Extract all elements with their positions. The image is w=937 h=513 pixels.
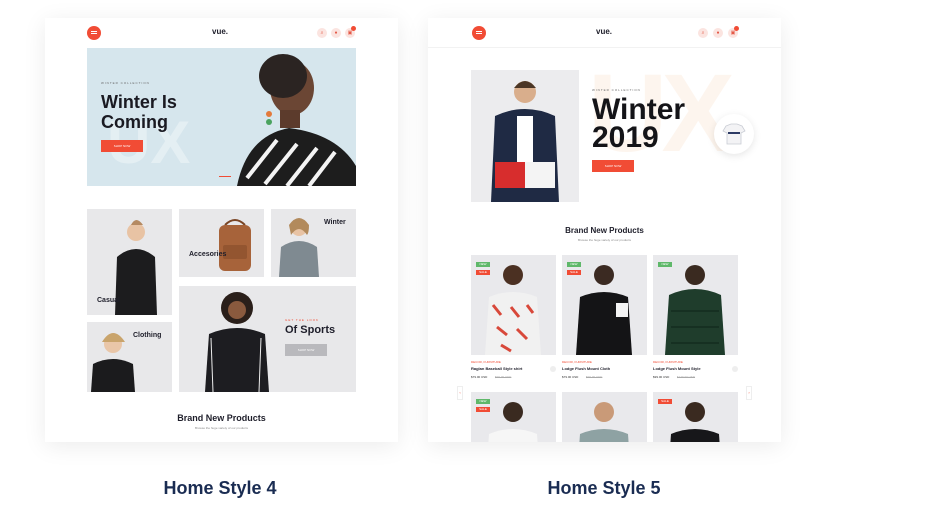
search-icon[interactable]: ⌕ (317, 28, 327, 38)
hero-eyebrow: WINTER COLLECTION (101, 81, 150, 85)
product-name[interactable]: Lodge Flush Mount Style (653, 366, 701, 371)
product-category[interactable]: DECOR, FURNITURE (562, 360, 592, 364)
cart-badge (351, 26, 356, 31)
clothing-model-image (91, 333, 135, 392)
product-price: $99.00 USD (653, 375, 670, 379)
caption-home-style-4[interactable]: Home Style 4 (100, 478, 340, 499)
tshirt-thumbnail[interactable] (714, 114, 754, 154)
new-tag: NEW (567, 262, 581, 267)
sale-tag: SALE (567, 270, 581, 275)
product-price: $79.00 USD (471, 375, 488, 379)
user-icon[interactable]: ● (713, 28, 723, 38)
category-label-casual: Casual (97, 297, 120, 304)
section-subtitle: Browse the huge variety of our products (194, 426, 249, 430)
menu-icon[interactable] (87, 26, 101, 40)
section-title: Brand New Products (177, 413, 266, 423)
product-name[interactable]: Raglan Baseball Style shirt (471, 366, 522, 371)
sports-model-image (205, 292, 269, 392)
product-price: $79.00 USD (562, 375, 579, 379)
carousel-next-arrow[interactable]: › (746, 386, 752, 400)
menu-icon[interactable] (472, 26, 486, 40)
shop-now-button[interactable]: SHOP NOW (101, 140, 143, 152)
site-logo[interactable]: vue. (596, 27, 612, 36)
category-tile-sports[interactable]: GET THE LOOK Of Sports SHOP NOW (179, 286, 356, 392)
hero-title-line2: 2019 (592, 121, 659, 154)
sale-tag: SALE (476, 270, 490, 275)
site-logo[interactable]: vue. (212, 27, 228, 36)
product-old-price: $129.00 USD (677, 375, 696, 379)
hero-title: Winter Is Coming (101, 92, 177, 132)
sports-shop-button[interactable]: SHOP NOW (285, 344, 327, 356)
product-image[interactable] (562, 392, 647, 442)
product-image[interactable] (653, 255, 738, 355)
hero-title-line1: Winter (592, 93, 686, 126)
carousel-dots[interactable] (219, 176, 231, 178)
caption-home-style-5[interactable]: Home Style 5 (484, 478, 724, 499)
home-style-4-preview[interactable]: vue. ⌕ ● ▣ UX WINTER COLLECTION Winter I… (45, 18, 398, 442)
tshirt-icon (722, 123, 746, 145)
sale-tag: SALE (658, 399, 672, 404)
carousel-prev-arrow[interactable]: ‹ (457, 386, 463, 400)
new-tag: NEW (476, 399, 490, 404)
site-header: vue. ⌕ ● ▣ (428, 18, 781, 48)
new-tag: NEW (658, 262, 672, 267)
shop-now-button[interactable]: SHOP NOW (592, 160, 634, 172)
product-name[interactable]: Lodge Flush Mount Cloth (562, 366, 610, 371)
site-header: vue. ⌕ ● ▣ (45, 18, 398, 48)
product-model-image (665, 265, 725, 355)
hero-model-image (471, 70, 579, 202)
product-category[interactable]: DECOR, FURNITURE (653, 360, 683, 364)
compare-icon[interactable] (732, 366, 738, 372)
section-title: Brand New Products (565, 226, 644, 235)
home-style-5-preview[interactable]: vue. ⌕ ● ▣ UX WINTER COLLECTION Winter 2… (428, 18, 781, 442)
hero-title: Winter 2019 (592, 93, 686, 154)
jacket-model-illustration (491, 81, 559, 202)
new-tag: NEW (476, 262, 490, 267)
category-label-clothing: Clothing (133, 332, 162, 339)
winter-model-image (279, 218, 319, 277)
hero-banner: UX WINTER COLLECTION Winter Is Coming SH… (87, 48, 356, 186)
hero-model-image (237, 54, 356, 186)
category-label-winter: Winter (324, 219, 346, 226)
compare-icon[interactable] (550, 366, 556, 372)
category-tile-clothing[interactable]: Clothing (87, 322, 172, 392)
product-old-price: $99.00 USD (586, 375, 603, 379)
category-tile-accessories[interactable]: Accesories (179, 209, 264, 277)
sports-title: Of Sports (285, 324, 336, 336)
cart-badge (734, 26, 739, 31)
product-old-price: $99.00 USD (495, 375, 512, 379)
category-tile-winter[interactable]: Winter (271, 209, 356, 277)
product-model-image (579, 402, 629, 442)
hero-eyebrow: WINTER COLLECTION (592, 88, 641, 92)
section-subtitle: Browse the huge variety of our products (577, 238, 632, 242)
category-tile-casual[interactable]: Casual (87, 209, 172, 315)
sale-tag: SALE (476, 407, 490, 412)
product-category[interactable]: DECOR, FURNITURE (471, 360, 501, 364)
user-icon[interactable]: ● (331, 28, 341, 38)
category-label-accessories: Accesories (189, 251, 227, 258)
sports-eyebrow: GET THE LOOK (285, 318, 320, 322)
search-icon[interactable]: ⌕ (698, 28, 708, 38)
backpack-image (219, 219, 251, 271)
